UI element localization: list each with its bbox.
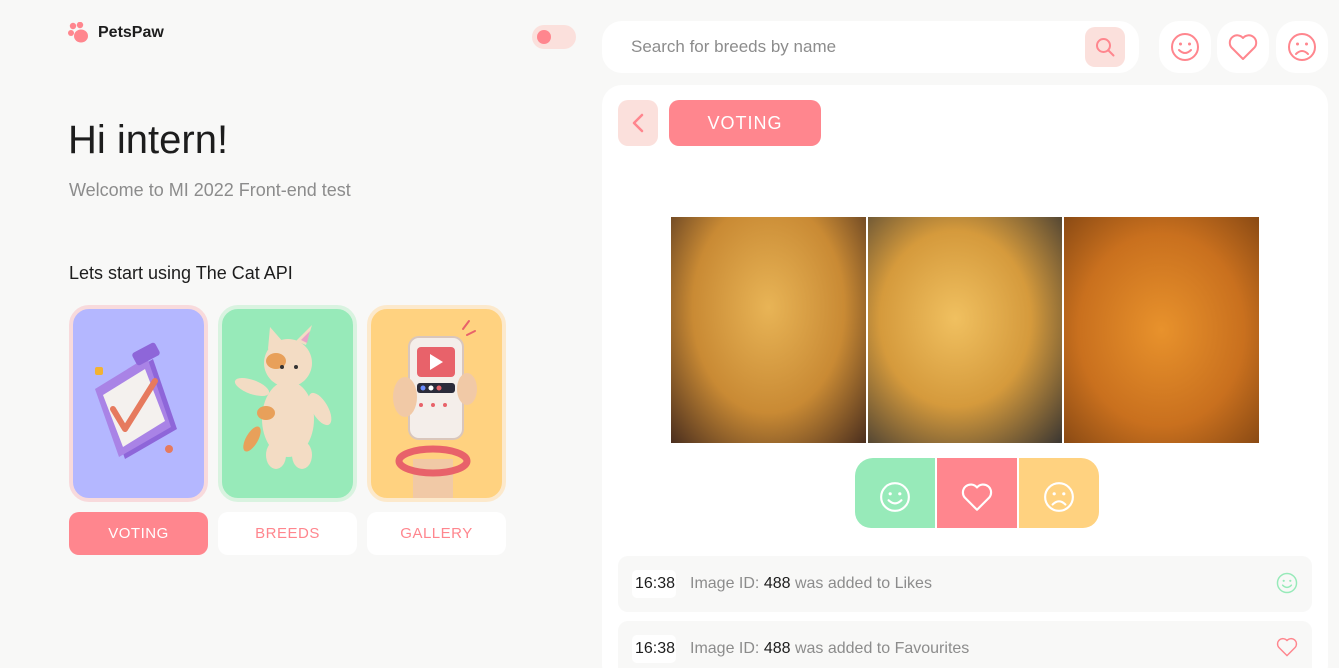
- search-icon: [1096, 38, 1115, 57]
- breeds-card-image[interactable]: [218, 305, 357, 502]
- favourites-nav-button[interactable]: [1217, 21, 1269, 73]
- welcome-subtitle: Welcome to MI 2022 Front-end test: [69, 180, 351, 200]
- log-time: 16:38: [632, 570, 676, 598]
- search-button[interactable]: [1085, 27, 1125, 67]
- search-input[interactable]: Search for breeds by name: [631, 37, 836, 57]
- cat-image-middle: [867, 217, 1063, 443]
- cat-image-left: [671, 217, 866, 443]
- dislike-button[interactable]: [1019, 458, 1099, 528]
- gallery-button[interactable]: GALLERY: [367, 512, 506, 555]
- nav-cards: VOTING BREEDS GALLERY: [69, 305, 506, 555]
- start-heading: Lets start using The Cat API: [69, 263, 293, 283]
- log-entry: 16:38 Image ID: 488 was added to Likes: [618, 556, 1312, 612]
- breadcrumb-current: VOTING: [669, 100, 821, 146]
- vote-actions: [851, 454, 1103, 532]
- heart-icon: [1276, 637, 1298, 657]
- gallery-card-image[interactable]: [367, 305, 506, 502]
- log-message: Image ID: 488 was added to Favourites: [690, 640, 970, 657]
- like-button[interactable]: [855, 458, 935, 528]
- clipboard-illustration: [95, 342, 177, 459]
- paw-icon: [68, 22, 88, 43]
- breeds-button[interactable]: BREEDS: [218, 512, 357, 555]
- page-title: Hi intern!: [68, 118, 229, 162]
- voting-button[interactable]: VOTING: [69, 512, 208, 555]
- nav-card-gallery[interactable]: GALLERY: [367, 305, 506, 555]
- log-time: 16:38: [632, 635, 676, 663]
- sad-face-icon: [1044, 482, 1074, 512]
- nav-card-breeds[interactable]: BREEDS: [218, 305, 357, 555]
- chevron-left-icon: [632, 113, 644, 133]
- heart-icon: [1228, 34, 1258, 60]
- logo[interactable]: PetsPaw: [68, 22, 164, 44]
- cat-toy-illustration: [234, 325, 332, 469]
- toggle-knob: [537, 30, 551, 44]
- heart-icon: [961, 483, 993, 511]
- cat-image-right: [1064, 217, 1260, 443]
- back-button[interactable]: [618, 100, 658, 146]
- sad-face-icon: [1288, 33, 1316, 61]
- smile-icon: [1171, 33, 1199, 61]
- nav-card-voting[interactable]: VOTING: [69, 305, 208, 555]
- cat-image: [671, 217, 1260, 443]
- search-bar[interactable]: Search for breeds by name: [602, 21, 1139, 73]
- dislikes-nav-button[interactable]: [1276, 21, 1328, 73]
- voting-panel: VOTING 16:38 Image ID: 488 was added to …: [602, 85, 1328, 668]
- voting-card-image[interactable]: [69, 305, 208, 502]
- brand-name: PetsPaw: [98, 24, 164, 41]
- likes-nav-button[interactable]: [1159, 21, 1211, 73]
- log-message: Image ID: 488 was added to Likes: [690, 575, 932, 592]
- favourite-button[interactable]: [937, 458, 1017, 528]
- smile-icon: [880, 482, 910, 512]
- log-entry: 16:38 Image ID: 488 was added to Favouri…: [618, 621, 1312, 668]
- phone-hand-illustration: [393, 320, 477, 498]
- smile-icon: [1276, 572, 1298, 594]
- theme-toggle[interactable]: [532, 25, 576, 49]
